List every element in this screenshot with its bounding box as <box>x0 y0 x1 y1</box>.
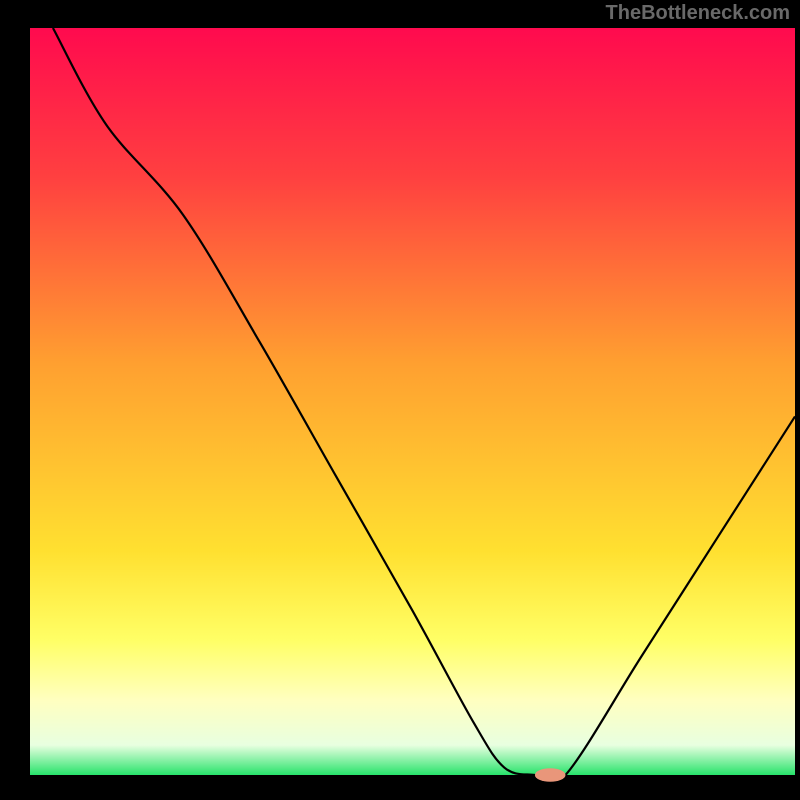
plot-background <box>30 28 795 775</box>
chart-svg <box>0 0 800 800</box>
chart-frame: TheBottleneck.com <box>0 0 800 800</box>
attribution-text: TheBottleneck.com <box>606 2 790 25</box>
optimal-marker <box>535 768 566 781</box>
